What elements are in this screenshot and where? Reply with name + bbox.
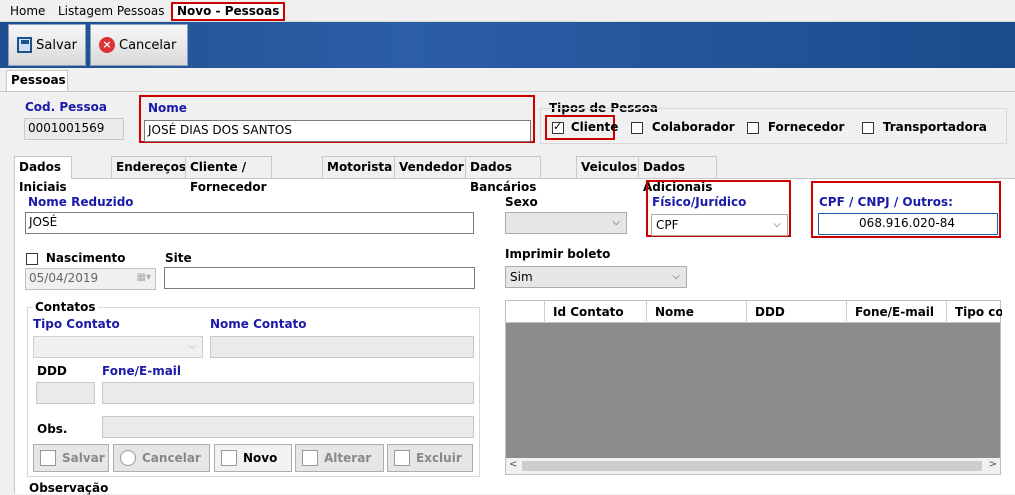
cancel-button[interactable]: × Cancelar (90, 24, 188, 66)
chevron-down-icon: ⌵ (188, 341, 196, 352)
observacao-label: Observação (29, 481, 109, 495)
scroll-left-icon[interactable]: < (509, 459, 517, 470)
cancel-icon: × (99, 37, 115, 53)
divider (0, 91, 1015, 92)
tab-dados-adicionais[interactable]: Dados Adicionais (638, 156, 718, 194)
obs-field[interactable] (102, 416, 474, 438)
contato-save-label: Salvar (62, 451, 105, 465)
site-label: Site (165, 251, 192, 265)
nascimento-value: 05/04/2019 (29, 271, 99, 285)
tab-home[interactable]: Home (6, 2, 49, 21)
cpf-field[interactable]: 068.916.020-84 (818, 213, 998, 235)
nascimento-date-field[interactable]: 05/04/2019 ▦▾ (25, 268, 156, 290)
tab-enderecos[interactable]: Endereços (111, 156, 192, 178)
contacts-grid[interactable]: Id Contato Nome DDD Fone/E-mail Tipo con… (505, 300, 1002, 475)
checkbox-checked-icon (552, 120, 564, 134)
sexo-label: Sexo (505, 195, 538, 209)
checkbox-icon (631, 121, 643, 134)
contato-novo-label: Novo (243, 451, 278, 465)
grid-col-tipo[interactable]: Tipo con (946, 301, 1002, 323)
ddd-field[interactable] (36, 382, 95, 404)
fone-label: Fone/E-mail (102, 364, 182, 378)
chevron-down-icon: ⌵ (672, 271, 680, 282)
cpf-label: CPF / CNPJ / Outros: (819, 195, 953, 209)
cod-pessoa-field: 0001001569 (24, 118, 124, 140)
contato-excluir-label: Excluir (416, 451, 462, 465)
tipo-contato-select[interactable]: ⌵ (33, 336, 203, 358)
checkbox-icon (862, 121, 874, 134)
tab-motorista[interactable]: Motorista (322, 156, 398, 178)
grid-col-ddd[interactable]: DDD (746, 301, 846, 323)
fisico-juridico-label: Físico/Jurídico (652, 195, 747, 209)
tipo-contato-label: Tipo Contato (33, 317, 120, 331)
contato-excluir-button[interactable]: Excluir (387, 444, 473, 472)
nome-reduzido-field[interactable]: JOSÉ (25, 212, 474, 234)
fornecedor-checkbox[interactable]: Fornecedor (747, 120, 844, 134)
calendar-icon: ▦▾ (136, 272, 151, 283)
fisico-juridico-select[interactable]: CPF ⌵ (651, 214, 788, 236)
tab-pessoas[interactable]: Pessoas (6, 70, 68, 91)
colaborador-label: Colaborador (651, 120, 735, 134)
grid-header: Id Contato Nome DDD Fone/E-mail Tipo con (506, 301, 1002, 323)
chevron-down-icon: ⌵ (773, 219, 781, 230)
tab-vendedor[interactable]: Vendedor (394, 156, 469, 178)
nome-contato-field[interactable] (210, 336, 474, 358)
tab-dados-iniciais[interactable]: Dados Iniciais (14, 156, 72, 194)
grid-col-id-contato[interactable]: Id Contato (544, 301, 646, 323)
imprimir-boleto-value: Sim (510, 270, 533, 284)
cancel-button-label: Cancelar (119, 37, 177, 53)
new-document-icon (221, 450, 237, 466)
cod-pessoa-label: Cod. Pessoa (25, 100, 107, 114)
scroll-right-icon[interactable]: > (989, 459, 997, 470)
save-icon (17, 37, 33, 53)
top-tab-bar: Home Listagem Pessoas Novo - Pessoas (0, 0, 1015, 22)
grid-col-fone[interactable]: Fone/E-mail (846, 301, 946, 323)
imprimir-boleto-label: Imprimir boleto (505, 247, 611, 261)
chevron-down-icon: ⌵ (612, 217, 620, 228)
toolbar: Salvar × Cancelar (0, 22, 1015, 68)
delete-icon (394, 450, 410, 466)
tab-veiculos[interactable]: Veiculos (576, 156, 643, 178)
cliente-label: Cliente (570, 120, 619, 134)
horizontal-scrollbar[interactable]: < > (506, 458, 1000, 474)
tab-cliente-fornecedor[interactable]: Cliente / Fornecedor (185, 156, 272, 194)
contato-alterar-button[interactable]: Alterar (295, 444, 384, 472)
colaborador-checkbox[interactable]: Colaborador (631, 120, 735, 134)
tab-dados-bancarios[interactable]: Dados Bancários (465, 156, 542, 194)
contato-cancel-label: Cancelar (142, 451, 201, 465)
edit-icon (302, 450, 318, 466)
contato-cancel-button[interactable]: Cancelar (113, 444, 210, 472)
transportadora-checkbox[interactable]: Transportadora (862, 120, 987, 134)
fone-field[interactable] (102, 382, 474, 404)
nascimento-label: Nascimento (45, 251, 126, 265)
nome-contato-label: Nome Contato (210, 317, 307, 331)
cliente-checkbox[interactable]: Cliente (552, 120, 618, 134)
nome-reduzido-label: Nome Reduzido (28, 195, 134, 209)
save-button-label: Salvar (36, 37, 77, 53)
site-field[interactable] (164, 267, 475, 289)
sexo-select[interactable]: ⌵ (505, 212, 627, 234)
cancel-icon (120, 450, 136, 466)
scrollbar-thumb[interactable] (522, 461, 982, 471)
nome-field[interactable]: JOSÉ DIAS DOS SANTOS (144, 120, 531, 142)
checkbox-icon (26, 252, 38, 265)
contatos-title: Contatos (33, 300, 98, 314)
save-icon (40, 450, 56, 466)
ddd-label: DDD (37, 364, 67, 378)
imprimir-boleto-select[interactable]: Sim ⌵ (505, 266, 687, 288)
grid-col-nome[interactable]: Nome (646, 301, 746, 323)
checkbox-icon (747, 121, 759, 134)
save-button[interactable]: Salvar (8, 24, 86, 66)
tab-listagem-pessoas[interactable]: Listagem Pessoas (54, 2, 168, 21)
obs-label: Obs. (37, 422, 68, 436)
nome-label: Nome (148, 101, 187, 115)
nascimento-checkbox[interactable]: Nascimento (26, 251, 126, 265)
contato-alterar-label: Alterar (324, 451, 372, 465)
contato-save-button[interactable]: Salvar (33, 444, 109, 472)
transportadora-label: Transportadora (882, 120, 987, 134)
fisico-juridico-value: CPF (656, 218, 679, 232)
tab-novo-pessoas[interactable]: Novo - Pessoas (171, 2, 286, 21)
contato-novo-button[interactable]: Novo (214, 444, 292, 472)
fornecedor-label: Fornecedor (767, 120, 845, 134)
